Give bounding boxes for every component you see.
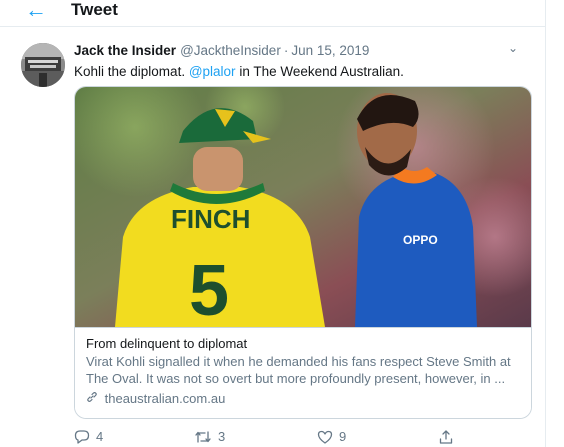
heart-icon [317,429,333,444]
reply-button[interactable]: 4 [74,427,103,447]
card-description: Virat Kohli signalled it when he demande… [86,354,511,386]
arrow-left-icon: ← [25,0,47,22]
jersey-name: FINCH [171,204,250,234]
like-button[interactable]: 9 [317,427,346,447]
author-handle[interactable]: @JacktheInsider [180,43,281,58]
retweet-button[interactable]: 3 [194,427,225,447]
tweet-text-end: in The Weekend Australian. [235,64,404,79]
more-options-button[interactable]: ⌄ [505,40,521,56]
avatar[interactable] [21,43,65,87]
page-title: Tweet [71,0,118,19]
tweet-date[interactable]: Jun 15, 2019 [291,43,369,58]
tweet-page: ← Tweet Jack the Insider @JacktheInsider ·… [0,0,546,447]
reply-count: 4 [96,429,104,444]
card-title: From delinquent to diplomat [86,336,248,351]
tweet-text-start: Kohli the diplomat. [74,64,189,79]
jersey-number: 5 [189,251,229,327]
card-domain-text: theaustralian.com.au [104,391,226,406]
tweet-meta: Jack the Insider @JacktheInsider · Jun 15, … [74,42,514,60]
sponsor-logo: OPPO [403,233,438,247]
retweet-count: 3 [218,429,226,444]
link-card[interactable]: FINCH 5 OPPO From delinquent to diplomat… [74,86,532,419]
back-button[interactable]: ← [22,0,50,22]
avatar-image [21,43,65,87]
card-image: FINCH 5 OPPO [75,87,531,327]
link-icon [86,391,102,406]
tweet-actions: 4 3 9 [74,427,474,447]
share-icon [438,429,454,444]
like-count: 9 [339,429,347,444]
tweet-text: Kohli the diplomat. @plalor in The Weeke… [74,63,534,81]
card-body: From delinquent to diplomat Virat Kohli … [75,327,531,418]
card-domain: theaustralian.com.au [86,390,225,407]
retweet-icon [194,429,212,444]
page-header: ← Tweet [0,0,545,27]
share-button[interactable] [438,427,454,447]
mention-link[interactable]: @plalor [189,64,236,79]
reply-icon [74,429,90,444]
chevron-down-icon: ⌄ [507,41,519,55]
meta-separator: · [283,43,289,58]
author-name[interactable]: Jack the Insider [74,43,176,58]
